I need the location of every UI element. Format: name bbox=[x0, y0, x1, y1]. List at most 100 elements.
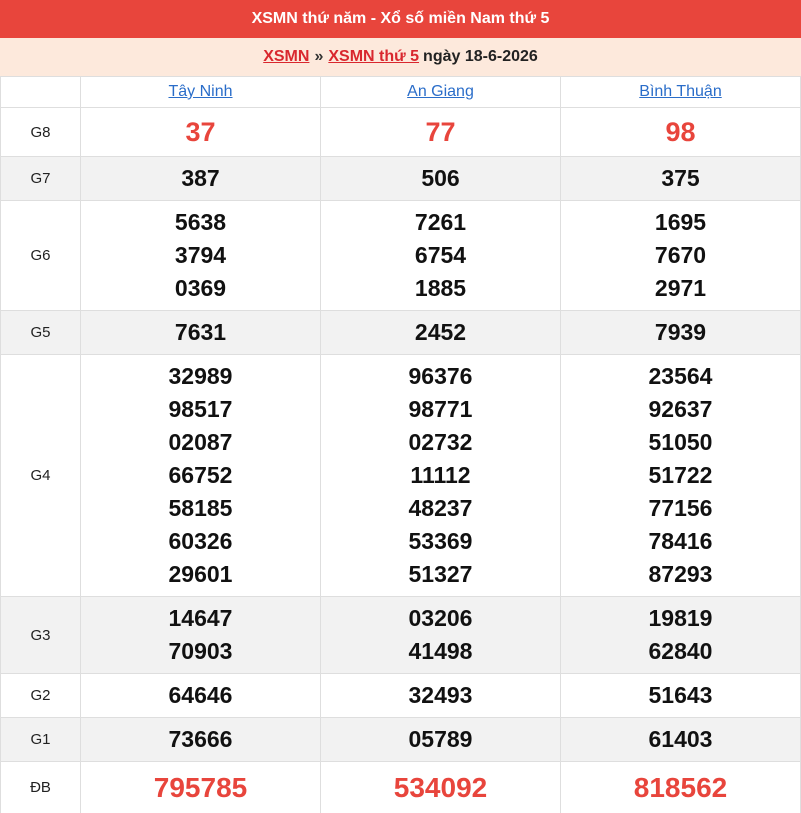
prize-number: 6754 bbox=[414, 242, 467, 268]
prize-number: 32989 bbox=[168, 363, 233, 389]
prize-cell: 7261 6754 1885 bbox=[320, 200, 561, 311]
prize-row-g4: G4 32989 98517 02087 66752 58185 60326 2… bbox=[0, 354, 801, 597]
prize-cell: 37 bbox=[80, 107, 321, 157]
prize-cell: 387 bbox=[80, 156, 321, 201]
prize-number: 96376 bbox=[408, 363, 473, 389]
prize-number: 5638 bbox=[174, 209, 227, 235]
province-header: Tây Ninh bbox=[80, 76, 321, 108]
province-header: Bình Thuận bbox=[560, 76, 801, 108]
prize-cell: 7939 bbox=[560, 310, 801, 355]
prize-cell: 98 bbox=[560, 107, 801, 157]
prize-cell: 2452 bbox=[320, 310, 561, 355]
prize-number: 506 bbox=[421, 165, 460, 191]
prize-label: G5 bbox=[0, 310, 81, 355]
prize-number: 29601 bbox=[168, 561, 233, 587]
prize-cell: 96376 98771 02732 11112 48237 53369 5132… bbox=[320, 354, 561, 597]
prize-cell: 64646 bbox=[80, 673, 321, 718]
prize-cell: 73666 bbox=[80, 717, 321, 762]
prize-cell: 795785 bbox=[80, 761, 321, 813]
jackpot-number: 818562 bbox=[633, 772, 728, 803]
prize-cell: 05789 bbox=[320, 717, 561, 762]
prize-cell: 19819 62840 bbox=[560, 596, 801, 674]
prize-number: 51050 bbox=[648, 429, 713, 455]
prize-number: 77 bbox=[425, 116, 456, 147]
prize-number: 48237 bbox=[408, 495, 473, 521]
prize-number: 02732 bbox=[408, 429, 473, 455]
prize-row-g1: G1 73666 05789 61403 bbox=[0, 717, 801, 762]
prize-number: 41498 bbox=[408, 638, 473, 664]
prize-cell: 375 bbox=[560, 156, 801, 201]
prize-cell: 51643 bbox=[560, 673, 801, 718]
prize-number: 05789 bbox=[408, 726, 473, 752]
prize-number: 70903 bbox=[168, 638, 233, 664]
province-header: An Giang bbox=[320, 76, 561, 108]
prize-cell: 61403 bbox=[560, 717, 801, 762]
prize-row-g5: G5 7631 2452 7939 bbox=[0, 310, 801, 355]
prize-number: 1695 bbox=[654, 209, 707, 235]
prize-number: 92637 bbox=[648, 396, 713, 422]
prize-row-g8: G8 37 77 98 bbox=[0, 107, 801, 157]
prize-row-g6: G6 5638 3794 0369 7261 6754 1885 1695 76… bbox=[0, 200, 801, 311]
prize-number: 1885 bbox=[414, 275, 467, 301]
prize-cell: 32493 bbox=[320, 673, 561, 718]
breadcrumb-link-xsmn[interactable]: XSMN bbox=[263, 48, 309, 66]
prize-label: G6 bbox=[0, 200, 81, 311]
prize-number: 14647 bbox=[168, 605, 233, 631]
prize-number: 58185 bbox=[168, 495, 233, 521]
prize-label: G1 bbox=[0, 717, 81, 762]
prize-number: 77156 bbox=[648, 495, 713, 521]
breadcrumb: XSMN » XSMN thứ 5 ngày 18-6-2026 bbox=[0, 38, 801, 76]
header-empty-cell bbox=[0, 76, 81, 108]
prize-number: 2971 bbox=[654, 275, 707, 301]
page-title-bar: XSMN thứ năm - Xổ số miền Nam thứ 5 bbox=[0, 0, 801, 38]
draw-date: ngày 18-6-2026 bbox=[423, 48, 538, 65]
province-header-row: Tây Ninh An Giang Bình Thuận bbox=[0, 76, 801, 108]
prize-label: G2 bbox=[0, 673, 81, 718]
prize-number: 53369 bbox=[408, 528, 473, 554]
prize-number: 73666 bbox=[168, 726, 233, 752]
prize-number: 7631 bbox=[174, 319, 227, 345]
prize-number: 64646 bbox=[168, 682, 233, 708]
prize-number: 66752 bbox=[168, 462, 233, 488]
prize-number: 78416 bbox=[648, 528, 713, 554]
prize-label: ĐB bbox=[0, 761, 81, 813]
prize-number: 32493 bbox=[408, 682, 473, 708]
prize-number: 7261 bbox=[414, 209, 467, 235]
prize-number: 7670 bbox=[654, 242, 707, 268]
prize-row-special: ĐB 795785 534092 818562 bbox=[0, 761, 801, 813]
prize-cell: 23564 92637 51050 51722 77156 78416 8729… bbox=[560, 354, 801, 597]
prize-cell: 5638 3794 0369 bbox=[80, 200, 321, 311]
prize-label: G4 bbox=[0, 354, 81, 597]
prize-number: 62840 bbox=[648, 638, 713, 664]
prize-number: 51327 bbox=[408, 561, 473, 587]
prize-cell: 534092 bbox=[320, 761, 561, 813]
prize-number: 98771 bbox=[408, 396, 473, 422]
prize-number: 03206 bbox=[408, 605, 473, 631]
prize-cell: 77 bbox=[320, 107, 561, 157]
breadcrumb-separator: » bbox=[314, 48, 324, 65]
jackpot-number: 534092 bbox=[393, 772, 488, 803]
province-link-tay-ninh[interactable]: Tây Ninh bbox=[168, 83, 232, 100]
breadcrumb-link-xsmn-thu-5[interactable]: XSMN thứ 5 bbox=[328, 48, 419, 66]
prize-number: 87293 bbox=[648, 561, 713, 587]
prize-number: 51722 bbox=[648, 462, 713, 488]
prize-row-g2: G2 64646 32493 51643 bbox=[0, 673, 801, 718]
prize-row-g7: G7 387 506 375 bbox=[0, 156, 801, 201]
province-link-binh-thuan[interactable]: Bình Thuận bbox=[639, 83, 721, 100]
province-link-an-giang[interactable]: An Giang bbox=[407, 83, 474, 100]
prize-number: 37 bbox=[185, 116, 216, 147]
prize-label: G7 bbox=[0, 156, 81, 201]
prize-number: 60326 bbox=[168, 528, 233, 554]
prize-number: 375 bbox=[661, 165, 700, 191]
prize-number: 23564 bbox=[648, 363, 713, 389]
prize-row-g3: G3 14647 70903 03206 41498 19819 62840 bbox=[0, 596, 801, 674]
prize-label: G3 bbox=[0, 596, 81, 674]
prize-number: 2452 bbox=[414, 319, 467, 345]
prize-number: 387 bbox=[181, 165, 220, 191]
prize-cell: 14647 70903 bbox=[80, 596, 321, 674]
prize-cell: 818562 bbox=[560, 761, 801, 813]
prize-cell: 506 bbox=[320, 156, 561, 201]
prize-cell: 32989 98517 02087 66752 58185 60326 2960… bbox=[80, 354, 321, 597]
prize-number: 98 bbox=[665, 116, 696, 147]
results-table: Tây Ninh An Giang Bình Thuận G8 37 77 98… bbox=[0, 76, 801, 813]
